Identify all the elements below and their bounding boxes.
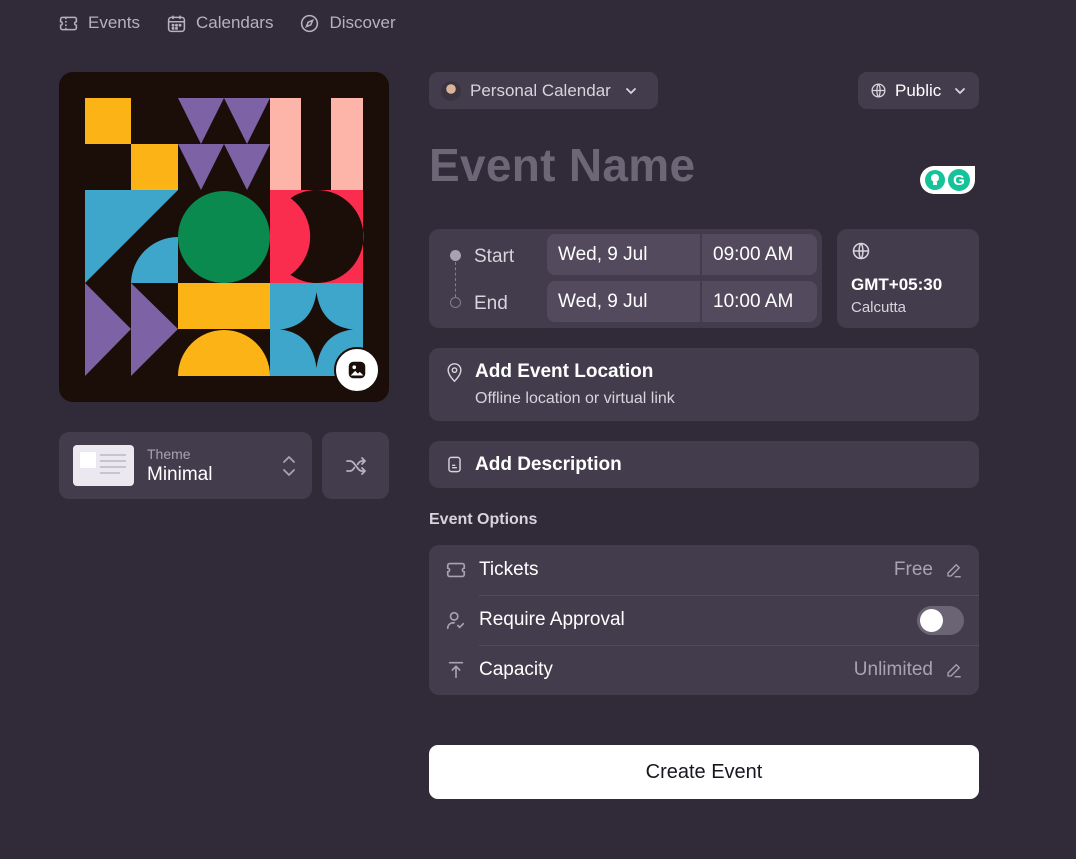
timezone-offset: GMT+05:30 [851,275,943,294]
nav-item-events[interactable]: Events [58,10,140,36]
chevron-down-icon [625,87,636,94]
nav-item-discover[interactable]: Discover [299,10,396,36]
image-icon [348,361,366,379]
create-event-button[interactable]: Create Event [429,745,979,799]
event-name-input[interactable]: Event Name [429,138,695,192]
visibility-selector[interactable]: Public [858,72,979,109]
end-time-field[interactable]: 10:00 AM [702,281,817,322]
capacity-value: Unlimited [853,659,933,680]
toggle-knob [920,608,943,632]
pencil-icon[interactable] [945,661,963,679]
theme-name: Minimal [147,463,213,485]
location-title: Add Event Location [475,361,654,382]
timezone-selector[interactable]: GMT+05:30 Calcutta [837,229,979,328]
grammarly-widget[interactable]: G [920,166,975,194]
lightbulb-icon [925,170,945,190]
map-pin-icon [447,363,462,383]
geometric-cover-art [59,72,389,402]
theme-preview-thumbnail [73,445,134,486]
chevron-down-icon [955,87,966,94]
shuffle-theme-button[interactable] [322,432,389,499]
start-date-field[interactable]: Wed, 9 Jul [547,234,700,275]
start-dot-icon [450,250,461,261]
nav-item-label: Discover [329,13,396,32]
calendar-selector-label: Personal Calendar [470,80,611,100]
require-approval-toggle[interactable] [917,605,964,635]
theme-selector[interactable]: Theme Minimal [59,432,312,499]
event-cover-image[interactable] [59,72,389,402]
option-row-capacity[interactable]: Capacity Unlimited [429,645,979,695]
timeline-connector [455,262,456,297]
visibility-label: Public [895,80,942,100]
nav-item-calendars[interactable]: Calendars [166,10,274,36]
event-options-heading: Event Options [429,511,538,528]
pencil-icon[interactable] [945,561,963,579]
ticket-icon [446,562,466,578]
theme-caption: Theme [147,445,191,462]
option-row-tickets[interactable]: Tickets Free [429,545,979,595]
globe-icon [852,242,870,260]
approval-label: Require Approval [479,609,625,630]
change-cover-button[interactable] [334,347,380,393]
nav-item-label: Calendars [195,13,274,32]
capacity-label: Capacity [479,659,553,680]
tickets-label: Tickets [479,559,539,580]
compass-icon [301,14,319,32]
calendar-icon [167,15,186,32]
chevron-up-down-icon [283,455,295,476]
capacity-icon [448,661,464,679]
top-nav: Events Calendars Discover [58,10,396,36]
option-row-approval: Require Approval [429,595,979,645]
globe-icon [871,83,886,98]
end-label: End [474,293,508,314]
avatar [441,80,461,101]
start-time-field[interactable]: 09:00 AM [702,234,817,275]
end-dot-icon [450,297,461,308]
user-check-icon [446,611,465,630]
grammarly-logo-icon: G [948,169,970,191]
start-label: Start [474,246,515,267]
add-description-field[interactable]: Add Description [429,441,979,488]
ticket-icon [59,16,78,30]
calendar-selector[interactable]: Personal Calendar [429,72,658,109]
tickets-value: Free [893,559,933,580]
shuffle-icon [345,456,366,475]
location-subtitle: Offline location or virtual link [475,390,675,407]
event-options-list: Tickets Free Require Approval Capacity U… [429,545,979,695]
nav-item-label: Events [88,13,140,32]
document-icon [448,456,461,473]
add-location-field[interactable] [429,348,979,421]
timezone-city: Calcutta [851,299,907,316]
description-label: Add Description [475,453,622,475]
end-date-field[interactable]: Wed, 9 Jul [547,281,700,322]
